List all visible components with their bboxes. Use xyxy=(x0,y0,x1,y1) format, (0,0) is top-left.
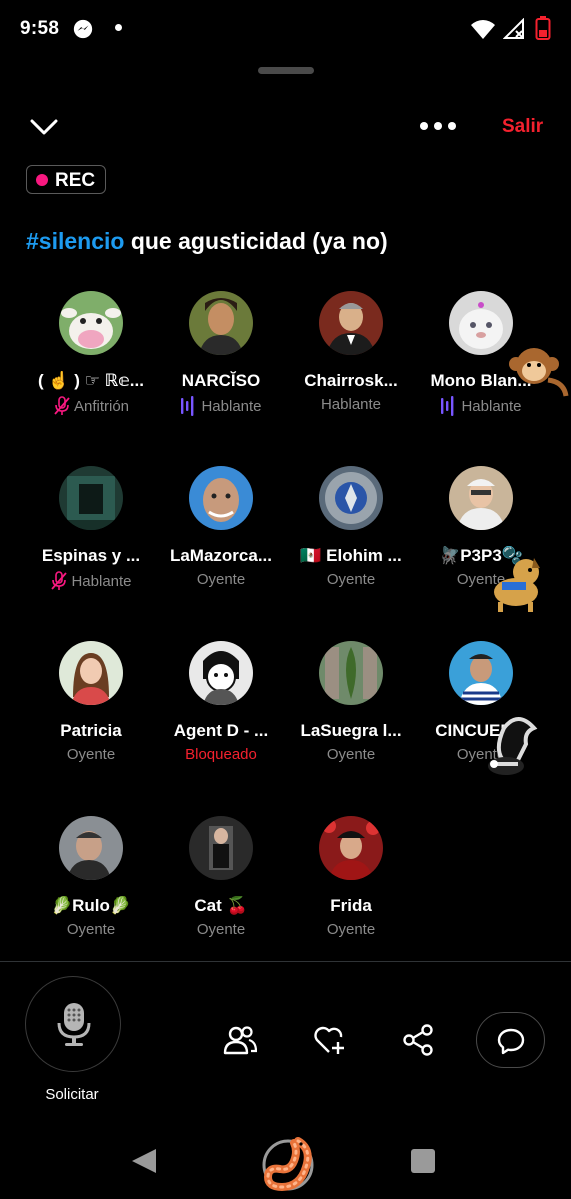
avatar[interactable] xyxy=(189,466,253,530)
chat-icon xyxy=(497,1028,525,1055)
participant-role-label: Oyente xyxy=(66,746,116,763)
more-options-icon[interactable] xyxy=(418,118,458,134)
nav-home-icon[interactable] xyxy=(258,1133,322,1193)
avatar[interactable] xyxy=(59,641,123,705)
notification-dot-icon xyxy=(115,24,122,31)
avatar[interactable] xyxy=(189,816,253,880)
avatar[interactable] xyxy=(449,466,513,530)
participant-role: Oyente xyxy=(286,571,416,588)
participant-name: Espinas y ... xyxy=(41,546,141,565)
participant-name: 🥬Rulo🥬 xyxy=(50,896,132,915)
participant-name: LaMazorca... xyxy=(169,546,273,565)
participant-role: Oyente xyxy=(156,921,286,938)
participant-role: Oyente xyxy=(286,921,416,938)
nav-back-icon[interactable] xyxy=(130,1148,158,1174)
request-label: Solicitar xyxy=(45,1086,99,1103)
avatar[interactable] xyxy=(189,641,253,705)
participant-role: Oyente xyxy=(286,746,416,763)
participant-name: LaSuegra l... xyxy=(300,721,402,740)
avatar[interactable] xyxy=(59,466,123,530)
heart-plus-icon[interactable] xyxy=(312,1023,346,1057)
participant-name: ΝΑRCĬSO xyxy=(181,371,261,390)
participant-role-label: Hablante xyxy=(320,396,382,413)
participant-role: Oyente xyxy=(26,746,156,763)
speaking-bars-icon xyxy=(441,396,454,416)
space-title: #silencio que agusticidad (ya no) xyxy=(26,228,388,255)
participant-role-label: Oyente xyxy=(196,921,246,938)
participant-role-label: Oyente xyxy=(66,921,116,938)
avatar[interactable] xyxy=(319,466,383,530)
participant-name: Agent D - ... xyxy=(173,721,269,740)
participant-role-label: Anfitrión xyxy=(73,397,130,415)
participant-role-label: Oyente xyxy=(196,571,246,588)
participant-role: Anfitrión xyxy=(26,396,156,416)
monkey-sticker-icon xyxy=(509,348,569,397)
avatar[interactable] xyxy=(449,291,513,355)
signal-icon xyxy=(503,18,524,39)
nav-recents-icon[interactable] xyxy=(411,1149,435,1173)
bottom-divider xyxy=(0,961,571,962)
avatar[interactable] xyxy=(189,291,253,355)
exit-button[interactable]: Salir xyxy=(502,116,543,138)
muted-mic-icon xyxy=(54,396,70,415)
participant-role-label: Bloqueado xyxy=(185,746,257,763)
status-bar: 9:58 xyxy=(0,0,571,60)
record-dot-icon xyxy=(36,174,48,186)
participant-role: Oyente xyxy=(26,921,156,938)
participant-name: Chairrosk... xyxy=(304,371,398,390)
participant-role: Oyente xyxy=(156,571,286,588)
recording-label: REC xyxy=(55,170,96,191)
collapse-chevron-icon[interactable] xyxy=(28,114,60,140)
participant-role-label: Oyente xyxy=(326,571,376,588)
muted-mic-icon xyxy=(51,571,68,590)
microphone-icon xyxy=(57,1003,91,1046)
participant-role: Hablante xyxy=(26,571,156,591)
request-mic-button[interactable] xyxy=(25,976,121,1072)
participant-role: Hablante xyxy=(156,396,286,416)
space-hashtag[interactable]: #silencio xyxy=(26,228,124,254)
share-icon[interactable] xyxy=(401,1023,435,1057)
participant-name: Cat 🍒 xyxy=(194,896,248,915)
participant-name: 🇲🇽 Elohim ... xyxy=(300,546,402,565)
avatar[interactable] xyxy=(319,816,383,880)
speaking-bars-icon xyxy=(181,396,194,416)
avatar[interactable] xyxy=(319,641,383,705)
participant-role-label: Oyente xyxy=(326,921,376,938)
avatar[interactable] xyxy=(319,291,383,355)
participant-role-label: Hablante xyxy=(71,572,132,590)
skunk-sticker-icon xyxy=(488,717,538,775)
people-icon[interactable] xyxy=(223,1023,257,1057)
participant-role: Bloqueado xyxy=(156,746,286,763)
participant-role-label: Hablante xyxy=(461,397,522,415)
messenger-icon xyxy=(73,19,93,39)
battery-icon xyxy=(535,16,551,40)
recording-badge: REC xyxy=(26,165,106,194)
participant-name: ( ☝️ ) ☞ ℝ𝕖... xyxy=(38,371,144,390)
participant-name: Patricia xyxy=(60,721,122,740)
status-time: 9:58 xyxy=(20,18,60,39)
participant-role-label: Hablante xyxy=(201,397,262,415)
participant-role-label: Oyente xyxy=(326,746,376,763)
participant-name: Frida xyxy=(330,896,372,915)
dog-sticker-icon xyxy=(494,558,540,612)
avatar[interactable] xyxy=(59,816,123,880)
chat-button[interactable] xyxy=(476,1012,545,1068)
avatar[interactable] xyxy=(449,641,513,705)
drag-handle[interactable] xyxy=(258,67,314,74)
wifi-icon xyxy=(471,20,495,39)
space-title-text: que agusticidad (ya no) xyxy=(124,228,388,254)
avatar[interactable] xyxy=(59,291,123,355)
participant-role: Hablante xyxy=(286,396,416,413)
